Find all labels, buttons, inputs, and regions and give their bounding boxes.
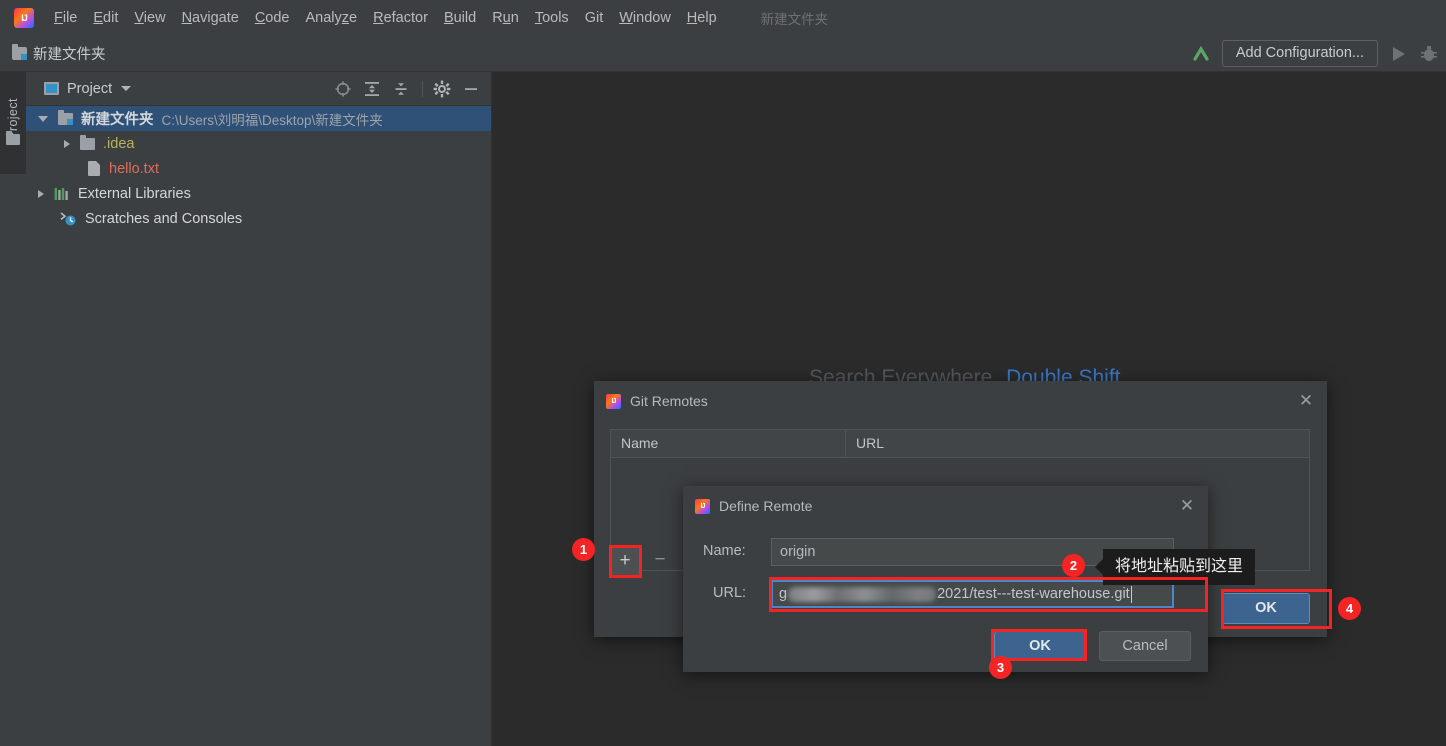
chevron-right-icon[interactable] xyxy=(64,139,70,148)
menu-item-tools[interactable]: Tools xyxy=(527,7,577,29)
menu-item-file[interactable]: File xyxy=(46,7,85,29)
chevron-down-icon[interactable] xyxy=(121,86,132,91)
menu-item-refactor[interactable]: Refactor xyxy=(365,7,436,29)
window-project-name: 新建文件夹 xyxy=(760,12,829,27)
name-field-label: Name: xyxy=(703,543,746,559)
menu-item-build[interactable]: Build xyxy=(436,7,484,29)
menu-item-navigate[interactable]: Navigate xyxy=(174,7,247,29)
tree-node-label: Scratches and Consoles xyxy=(85,210,243,227)
tree-node-scratches-and-consoles[interactable]: Scratches and Consoles xyxy=(26,206,491,231)
remotes-table-header: Name URL xyxy=(611,430,1309,458)
project-panel-toolbar xyxy=(324,79,491,99)
project-tool-window: Project 新建文件夹 C:\Users\刘明福\Desktop\新建文件夹… xyxy=(26,72,492,746)
run-icon[interactable] xyxy=(1387,43,1409,65)
define-remote-title-bar: Define Remote ✕ xyxy=(683,486,1208,526)
left-tool-strip: Project xyxy=(0,72,26,746)
tool-window-tab-project[interactable]: Project xyxy=(0,72,26,174)
define-remote-cancel-button[interactable]: Cancel xyxy=(1099,631,1191,661)
intellij-idea-logo-icon xyxy=(695,498,710,514)
scratches-icon xyxy=(60,212,76,226)
hide-minimize-icon[interactable] xyxy=(461,79,481,99)
menu-item-help[interactable]: Help xyxy=(679,7,725,29)
tree-node-idea[interactable]: .idea xyxy=(26,131,491,156)
debug-icon[interactable] xyxy=(1418,43,1440,65)
url-field-label: URL: xyxy=(713,585,747,601)
arrow-up-icon[interactable] xyxy=(1190,43,1212,65)
navigation-toolbar: 新建文件夹 Add Configuration... xyxy=(0,36,1446,72)
annotation-box-remotes-ok xyxy=(1221,589,1332,629)
git-remotes-title-bar: Git Remotes ✕ xyxy=(594,381,1327,421)
annotation-marker-4: 4 xyxy=(1338,597,1361,620)
annotation-marker-2: 2 xyxy=(1062,554,1085,577)
menu-item-run[interactable]: Run xyxy=(484,7,527,29)
toolbar-right-group: Add Configuration... xyxy=(1190,40,1446,67)
module-folder-icon xyxy=(58,109,73,125)
locate-target-icon[interactable] xyxy=(333,79,353,99)
menu-item-code[interactable]: Code xyxy=(247,7,298,29)
idea-window: File Edit View Navigate Code Analyze Ref… xyxy=(0,0,1446,746)
project-panel-header: Project xyxy=(26,72,491,106)
tree-node-module[interactable]: 新建文件夹 C:\Users\刘明福\Desktop\新建文件夹 xyxy=(26,106,491,131)
chevron-down-icon[interactable] xyxy=(38,115,48,122)
libraries-icon xyxy=(54,187,68,200)
toolbar-divider xyxy=(422,80,423,97)
settings-gear-icon[interactable] xyxy=(432,79,452,99)
tree-node-label: 新建文件夹 xyxy=(81,112,154,128)
intellij-idea-logo-icon xyxy=(14,8,34,28)
project-view-icon xyxy=(44,82,59,95)
tree-node-hello-txt[interactable]: hello.txt xyxy=(26,156,491,181)
tree-node-label: hello.txt xyxy=(109,160,159,177)
collapse-all-icon[interactable] xyxy=(391,79,411,99)
close-icon[interactable]: ✕ xyxy=(1297,392,1315,410)
close-icon[interactable]: ✕ xyxy=(1178,497,1196,515)
menu-item-window[interactable]: Window xyxy=(611,7,679,29)
remove-remote-button[interactable]: − xyxy=(645,546,675,576)
column-header-url[interactable]: URL xyxy=(846,430,1309,457)
define-remote-title: Define Remote xyxy=(719,498,813,514)
project-tree: 新建文件夹 C:\Users\刘明福\Desktop\新建文件夹 .idea h… xyxy=(26,106,491,231)
chevron-right-icon[interactable] xyxy=(38,189,44,198)
menu-item-analyze[interactable]: Analyze xyxy=(298,7,366,29)
tree-node-label: .idea xyxy=(103,135,135,152)
project-panel-title: Project xyxy=(67,80,113,97)
text-file-icon xyxy=(88,161,100,176)
intellij-idea-logo-icon xyxy=(606,393,621,409)
menu-bar: File Edit View Navigate Code Analyze Ref… xyxy=(0,0,1446,36)
annotation-marker-1: 1 xyxy=(572,538,595,561)
annotation-box-url-input xyxy=(769,577,1208,612)
tree-node-label: External Libraries xyxy=(78,185,191,202)
git-remotes-title: Git Remotes xyxy=(630,393,708,409)
breadcrumb[interactable]: 新建文件夹 xyxy=(33,43,106,64)
folder-icon[interactable] xyxy=(6,131,20,145)
expand-all-icon[interactable] xyxy=(362,79,382,99)
tool-window-tab-label: Project xyxy=(6,98,20,140)
annotation-box-add-button xyxy=(609,545,642,578)
folder-icon xyxy=(80,134,95,150)
annotation-marker-3: 3 xyxy=(989,656,1012,679)
tree-node-external-libraries[interactable]: External Libraries xyxy=(26,181,491,206)
add-configuration-button[interactable]: Add Configuration... xyxy=(1221,40,1378,67)
menu-item-git[interactable]: Git xyxy=(577,7,612,29)
project-folder-icon xyxy=(12,44,27,60)
menu-item-edit[interactable]: Edit xyxy=(85,7,126,29)
column-header-name[interactable]: Name xyxy=(611,430,846,457)
tree-node-path: C:\Users\刘明福\Desktop\新建文件夹 xyxy=(161,112,383,128)
menu-item-view[interactable]: View xyxy=(126,7,173,29)
